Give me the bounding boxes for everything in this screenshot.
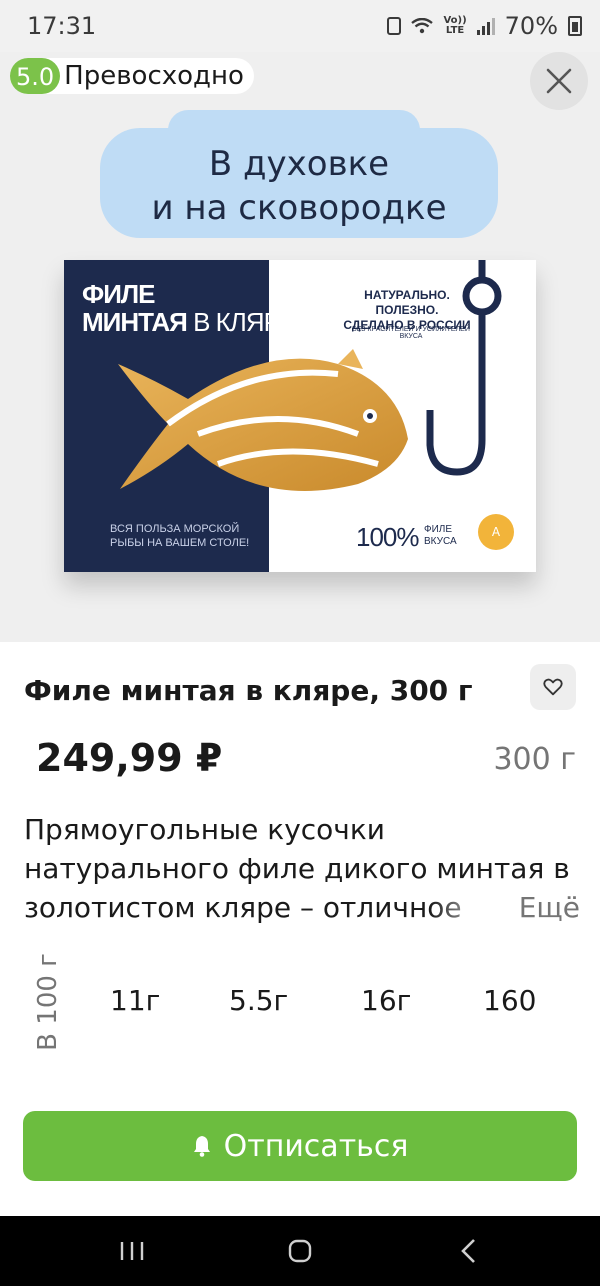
sim-card-icon <box>387 17 402 35</box>
pack-benefit: ВСЯ ПОЛЬЗА МОРСКОЙ РЫБЫ НА ВАШЕМ СТОЛЕ! <box>110 522 249 550</box>
pack-benefit-1: ВСЯ ПОЛЬЗА МОРСКОЙ <box>110 523 240 535</box>
nutrition-fats: 5.5г <box>229 984 289 1017</box>
rating-score: 5.0 <box>10 58 61 94</box>
pack-quality-badge: A <box>478 514 514 550</box>
volte-icon: Vo)) LTE <box>443 16 466 36</box>
pack-title: ФИЛЕ МИНТАЯ В КЛЯРЕ <box>82 279 297 337</box>
promo-bubble-text: В духовке и на сковородке <box>100 142 498 230</box>
battery-icon <box>568 16 582 36</box>
nutrition-header: В 100 г <box>28 948 68 1056</box>
close-icon <box>546 68 572 94</box>
pack-benefit-2: РЫБЫ НА ВАШЕМ СТОЛЕ! <box>110 537 250 549</box>
pack-percent-label-2: ВКУСА <box>424 536 457 547</box>
pack-tagline-1: НАТУРАЛЬНО. ПОЛЕЗНО. <box>364 288 450 317</box>
rating-badge[interactable]: 5.0 Превосходно <box>10 58 254 94</box>
favorite-button[interactable] <box>530 664 576 710</box>
unsubscribe-button[interactable]: Отписаться <box>23 1111 577 1181</box>
nutrition-calories: 160 <box>483 984 537 1017</box>
bubble-line-2: и на сковородке <box>151 188 447 228</box>
pack-percent-label: ФИЛЕ ВКУСА <box>424 524 457 548</box>
product-description: Прямоугольные кусочки натурального филе … <box>24 810 580 928</box>
status-bar: 17:31 Vo)) LTE 70% <box>0 0 600 52</box>
status-time: 17:31 <box>27 12 97 40</box>
nutrition-header-text: В 100 г <box>33 953 63 1051</box>
nutrition-carbs: 16г <box>361 984 412 1017</box>
bell-icon <box>193 1136 210 1157</box>
nutrition-proteins: 11г <box>110 984 161 1017</box>
status-icons: Vo)) LTE 70% <box>387 12 582 40</box>
pack-title-line1: ФИЛЕ <box>82 279 155 309</box>
wifi-icon <box>411 18 434 34</box>
back-icon <box>461 1239 475 1263</box>
home-button[interactable] <box>280 1236 320 1266</box>
pack-title-line2a: МИНТАЯ <box>82 307 188 337</box>
close-button[interactable] <box>530 52 588 110</box>
bubble-line-1: В духовке <box>208 144 390 184</box>
pack-percent-label-1: ФИЛЕ <box>424 524 453 535</box>
product-image: ФИЛЕ МИНТАЯ В КЛЯРЕ НАТУРАЛЬНО. ПОЛЕЗНО.… <box>64 260 536 572</box>
product-price: 249,99 ₽ <box>36 736 223 780</box>
promo-bubble: В духовке и на сковородке <box>100 110 498 238</box>
home-icon <box>288 1239 312 1263</box>
pack-no-additives: БЕЗ КРАСИТЕЛЕЙ И УСИЛИТЕЛЕЙ ВКУСА <box>352 326 470 340</box>
battery-percent: 70% <box>504 12 558 40</box>
unsubscribe-label: Отписаться <box>223 1128 409 1164</box>
recent-apps-button[interactable] <box>112 1236 152 1266</box>
product-hero: 5.0 Превосходно В духовке и на сковородк… <box>0 52 600 642</box>
pack-percent: 100% <box>356 522 419 552</box>
signal-icon <box>476 17 495 35</box>
product-weight: 300 г <box>493 742 576 777</box>
recent-apps-icon <box>120 1242 144 1260</box>
pack-title-line2b: В КЛЯРЕ <box>186 307 297 337</box>
product-title: Филе минтая в кляре, 300 г <box>24 674 473 707</box>
heart-icon <box>543 678 563 696</box>
back-button[interactable] <box>449 1236 489 1266</box>
system-navigation-bar <box>0 1216 600 1286</box>
rating-label: Превосходно <box>64 61 244 91</box>
fish-illustration <box>118 349 408 491</box>
description-fade <box>430 888 500 928</box>
description-more-link[interactable]: Ещё <box>510 888 580 927</box>
volte-bottom: LTE <box>445 25 465 36</box>
